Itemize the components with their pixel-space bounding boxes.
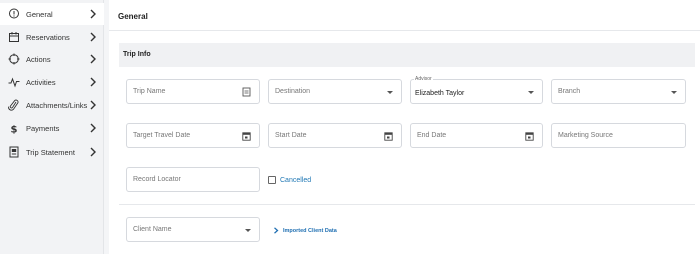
destination-select[interactable]: Destination bbox=[268, 79, 402, 104]
start-date-field[interactable]: Start Date bbox=[268, 123, 402, 148]
imported-client-data-link[interactable]: Imported Client Data bbox=[273, 227, 337, 234]
notes-icon bbox=[242, 87, 251, 97]
destination-placeholder: Destination bbox=[275, 88, 311, 95]
dollar-icon: $ bbox=[11, 125, 18, 135]
calendar-icon[interactable] bbox=[242, 131, 251, 141]
target-travel-date-placeholder: Target Travel Date bbox=[133, 132, 191, 139]
svg-text:$: $ bbox=[11, 125, 18, 135]
chevron-right-icon bbox=[90, 147, 96, 157]
marketing-source-field[interactable]: Marketing Source bbox=[551, 123, 686, 148]
advisor-select[interactable]: Advisor Elizabeth Taylor bbox=[410, 76, 543, 104]
sidebar: General Reservations Actions Activities … bbox=[0, 0, 104, 254]
sidebar-item-label: General bbox=[26, 10, 53, 19]
main-panel: General Trip Info Trip Name Destination … bbox=[109, 0, 700, 254]
target-icon bbox=[8, 53, 20, 65]
trip-name-field[interactable]: Trip Name bbox=[126, 79, 260, 104]
sidebar-item-label: Payments bbox=[26, 124, 60, 133]
chevron-right-icon bbox=[274, 227, 279, 234]
calendar-icon[interactable] bbox=[384, 131, 393, 141]
sidebar-item-label: Actions bbox=[26, 55, 51, 64]
marketing-source-placeholder: Marketing Source bbox=[558, 132, 613, 139]
dropdown-arrow-icon bbox=[387, 91, 393, 94]
sidebar-item-general[interactable]: General bbox=[0, 3, 104, 25]
chevron-right-icon bbox=[90, 32, 96, 42]
cancelled-label[interactable]: Cancelled bbox=[280, 177, 311, 184]
document-icon bbox=[9, 146, 19, 158]
page-title: General bbox=[118, 12, 148, 21]
sidebar-item-label: Activities bbox=[26, 78, 56, 87]
client-name-placeholder: Client Name bbox=[133, 226, 172, 233]
client-name-select[interactable]: Client Name bbox=[126, 217, 260, 242]
advisor-value: Elizabeth Taylor bbox=[415, 90, 465, 97]
chevron-right-icon bbox=[90, 123, 96, 133]
chevron-right-icon bbox=[90, 9, 96, 19]
section-header-trip-info: Trip Info bbox=[119, 43, 695, 67]
info-pin-icon bbox=[9, 8, 19, 19]
chevron-right-icon bbox=[90, 54, 96, 64]
branch-placeholder: Branch bbox=[558, 88, 581, 95]
sidebar-item-payments[interactable]: $ Payments bbox=[0, 117, 104, 139]
title-divider bbox=[109, 30, 700, 31]
sidebar-item-actions[interactable]: Actions bbox=[0, 48, 104, 70]
end-date-placeholder: End Date bbox=[417, 132, 447, 139]
dropdown-arrow-icon bbox=[245, 229, 251, 232]
sidebar-item-trip-statement[interactable]: Trip Statement bbox=[0, 141, 104, 163]
end-date-field[interactable]: End Date bbox=[410, 123, 543, 148]
advisor-label: Advisor bbox=[414, 76, 433, 82]
sidebar-item-label: Attachments/Links bbox=[26, 101, 88, 110]
cancelled-checkbox[interactable] bbox=[268, 176, 276, 184]
trip-name-placeholder: Trip Name bbox=[133, 88, 166, 95]
sidebar-item-attachments-links[interactable]: Attachments/Links bbox=[0, 94, 104, 116]
sidebar-item-reservations[interactable]: Reservations bbox=[0, 26, 104, 48]
record-locator-field[interactable]: Record Locator bbox=[126, 167, 260, 192]
record-locator-placeholder: Record Locator bbox=[133, 176, 181, 183]
sidebar-item-label: Reservations bbox=[26, 33, 70, 42]
cancelled-checkbox-group[interactable]: Cancelled bbox=[268, 174, 311, 186]
pulse-icon bbox=[8, 77, 20, 88]
dropdown-arrow-icon bbox=[528, 91, 534, 94]
paperclip-icon bbox=[8, 99, 19, 111]
section-title: Trip Info bbox=[123, 51, 151, 58]
sidebar-item-activities[interactable]: Activities bbox=[0, 71, 104, 93]
chevron-right-icon bbox=[90, 77, 96, 87]
target-travel-date-field[interactable]: Target Travel Date bbox=[126, 123, 260, 148]
start-date-placeholder: Start Date bbox=[275, 132, 307, 139]
section-divider bbox=[119, 204, 695, 205]
chevron-right-icon bbox=[90, 100, 96, 110]
calendar-icon[interactable] bbox=[525, 131, 534, 141]
dropdown-arrow-icon bbox=[671, 91, 677, 94]
sidebar-item-label: Trip Statement bbox=[26, 148, 75, 157]
calendar-icon bbox=[9, 32, 19, 42]
imported-client-data-label: Imported Client Data bbox=[283, 227, 337, 234]
branch-select[interactable]: Branch bbox=[551, 79, 686, 104]
